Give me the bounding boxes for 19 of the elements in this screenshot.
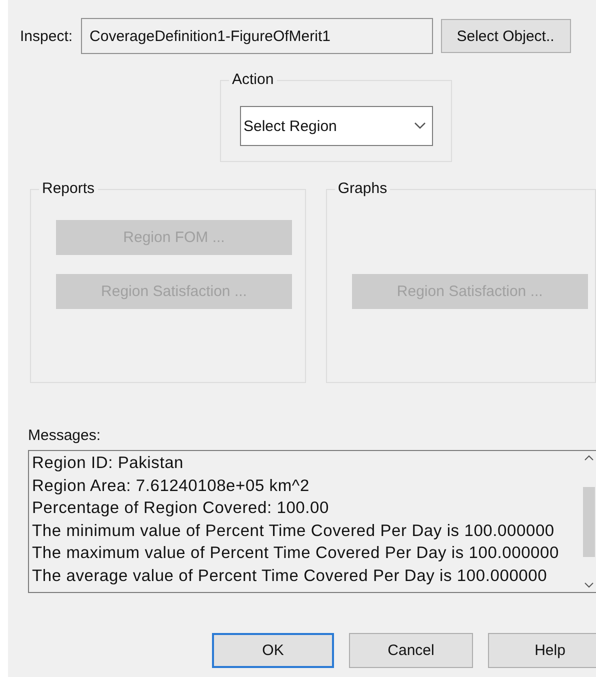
chevron-down-icon [414, 122, 426, 130]
group-title: Graphs [334, 180, 390, 197]
scroll-up-icon[interactable] [584, 455, 594, 461]
message-line: The maximum value of Percent Time Covered Per Day is 100.000000 [32, 543, 560, 564]
messages-label: Messages: [28, 427, 102, 444]
message-line: Region Area: 7.61240108e+05 km^2 [32, 476, 310, 496]
action-dropdown[interactable]: Select Region [240, 106, 432, 146]
dialog-button[interactable]: OK [212, 633, 334, 668]
group-title: Reports [39, 180, 98, 197]
message-line: The minimum value of Percent Time Covered Per Day is 100.000000 [32, 520, 556, 542]
message-line: Percentage of Region Covered: 100.00 [32, 498, 330, 519]
inspect-field[interactable]: CoverageDefinition1-FigureOfMerit1 [80, 18, 433, 54]
inspect-label: Inspect: [20, 28, 73, 44]
dialog-button[interactable]: Help [488, 633, 596, 668]
scroll-down-icon[interactable] [584, 582, 594, 588]
select-object-button[interactable]: Select Object.. [440, 19, 571, 53]
dialog-button[interactable]: Cancel [349, 633, 473, 668]
message-line: Region ID: Pakistan [32, 453, 185, 474]
message-line: The average value of Percent Time Covered Per Day is 100.000000 [32, 566, 548, 586]
